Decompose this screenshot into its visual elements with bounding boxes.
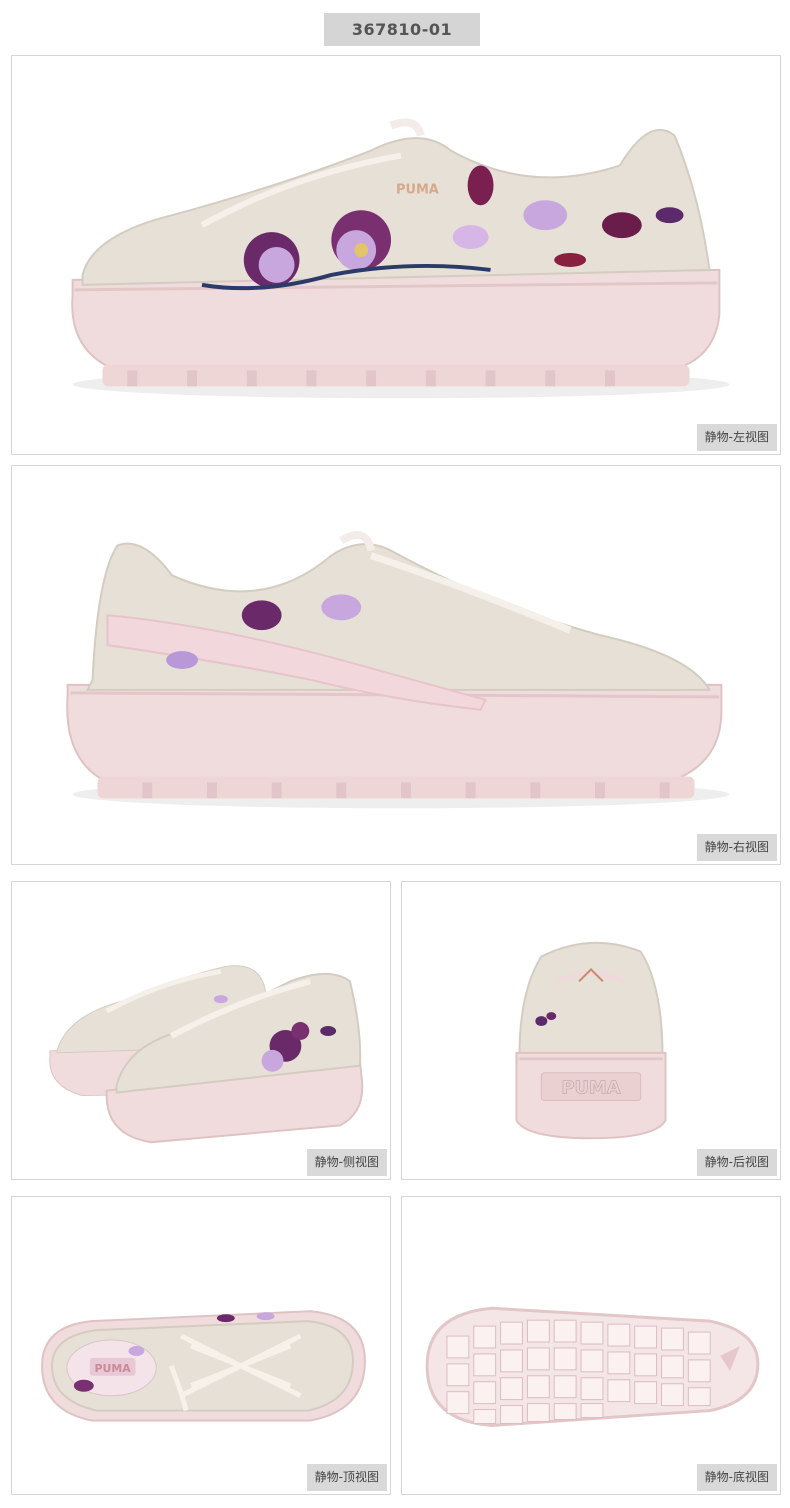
panel-right-view[interactable]: 静物-右视图 xyxy=(11,465,781,865)
caption-left-view: 静物-左视图 xyxy=(696,424,777,451)
panel-bottom-view[interactable]: 静物-底视图 xyxy=(401,1196,781,1495)
caption-side-view: 静物-侧视图 xyxy=(306,1149,387,1176)
insole-wordmark-text: PUMA xyxy=(95,1362,132,1375)
shoe-bottom-view-image xyxy=(425,1306,760,1427)
shoe-wordmark-text: PUMA xyxy=(396,182,439,197)
panel-left-view[interactable]: PUMA 静物-左视图 xyxy=(11,55,781,455)
shoe-top-view-image: PUMA xyxy=(41,1310,366,1422)
product-sku-label: 367810-01 xyxy=(324,13,480,46)
shoe-back-view-image: PUMA xyxy=(515,941,667,1140)
caption-back-view: 静物-后视图 xyxy=(696,1149,777,1176)
panel-back-view[interactable]: PUMA 静物-后视图 xyxy=(401,881,781,1180)
shoe-right-view-image xyxy=(66,531,730,809)
shoe-side-view-image xyxy=(49,965,364,1144)
caption-top-view: 静物-顶视图 xyxy=(306,1464,387,1491)
shoe-left-view-image: PUMA xyxy=(71,118,730,399)
panel-top-view[interactable]: PUMA 静物-顶视图 xyxy=(11,1196,391,1495)
caption-right-view: 静物-右视图 xyxy=(696,834,777,861)
caption-bottom-view: 静物-底视图 xyxy=(696,1464,777,1491)
panel-side-view[interactable]: 静物-侧视图 xyxy=(11,881,391,1180)
heel-wordmark-text: PUMA xyxy=(561,1078,620,1099)
